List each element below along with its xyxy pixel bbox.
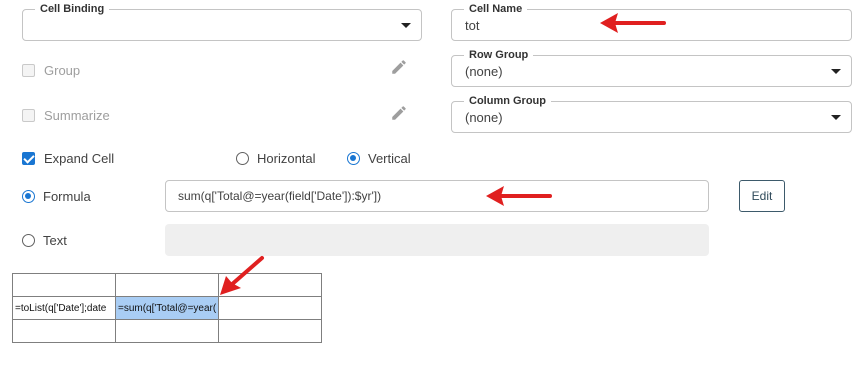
vertical-radio-circle[interactable] (347, 151, 360, 165)
grid-cell[interactable] (218, 319, 323, 343)
annotation-arrow-formula (486, 186, 552, 206)
horizontal-radio-circle[interactable] (236, 151, 249, 165)
chevron-down-icon (831, 69, 841, 74)
summarize-label: Summarize (44, 107, 110, 123)
formula-radio[interactable]: Formula (22, 188, 91, 204)
chevron-down-icon (831, 115, 841, 120)
expand-cell-checkbox[interactable]: Expand Cell (22, 150, 114, 166)
expand-cell-checkbox-box[interactable] (22, 151, 35, 165)
edit-formula-button[interactable]: Edit (739, 180, 785, 212)
chevron-down-icon (401, 23, 411, 28)
vertical-radio[interactable]: Vertical (347, 150, 411, 166)
vertical-label: Vertical (368, 150, 411, 166)
expand-cell-label: Expand Cell (44, 150, 115, 166)
horizontal-label: Horizontal (257, 150, 316, 166)
column-group-select[interactable]: Column Group (none) (451, 94, 852, 133)
row-group-value: (none) (465, 63, 503, 79)
grid-cell-selected[interactable]: =sum(q['Total@=year( (114, 296, 220, 320)
group-label: Group (44, 62, 81, 78)
formula-label: Formula (43, 188, 91, 204)
text-radio[interactable]: Text (22, 232, 67, 248)
text-radio-circle[interactable] (22, 233, 35, 247)
grid-cell[interactable] (12, 319, 116, 343)
grid-cell[interactable] (114, 273, 220, 297)
group-checkbox-box[interactable] (22, 63, 35, 77)
grid-row: =toList(q['Date'];date =sum(q['Total@=ye… (12, 296, 323, 320)
summarize-checkbox-box[interactable] (22, 108, 35, 122)
edit-group-pencil-icon[interactable] (390, 58, 408, 76)
formula-value[interactable]: sum(q['Total@=year(field['Date']):$yr']) (178, 181, 381, 211)
horizontal-radio[interactable]: Horizontal (236, 150, 316, 166)
text-label: Text (43, 232, 67, 248)
group-checkbox[interactable]: Group (22, 62, 80, 78)
annotation-arrow-cell-name (600, 13, 666, 33)
edit-button-label: Edit (751, 189, 773, 203)
annotation-arrow-grid-cell (220, 256, 264, 295)
column-group-value: (none) (465, 109, 503, 125)
grid-cell[interactable] (12, 273, 116, 297)
cell-binding-label: Cell Binding (35, 2, 110, 16)
formula-input[interactable]: sum(q['Total@=year(field['Date']):$yr']) (165, 180, 709, 212)
cell-name-input[interactable]: tot (465, 10, 479, 40)
row-group-select[interactable]: Row Group (none) (451, 48, 852, 87)
cell-binding-select[interactable]: Cell Binding (22, 2, 422, 41)
grid-row (12, 273, 323, 297)
edit-summarize-pencil-icon[interactable] (390, 104, 408, 122)
grid-row (12, 319, 323, 343)
grid-cell[interactable] (114, 319, 220, 343)
summarize-checkbox[interactable]: Summarize (22, 107, 110, 123)
grid-cell-date[interactable]: =toList(q['Date'];date (12, 296, 116, 320)
report-grid: =toList(q['Date'];date =sum(q['Total@=ye… (12, 273, 323, 343)
formula-radio-circle[interactable] (22, 189, 35, 203)
